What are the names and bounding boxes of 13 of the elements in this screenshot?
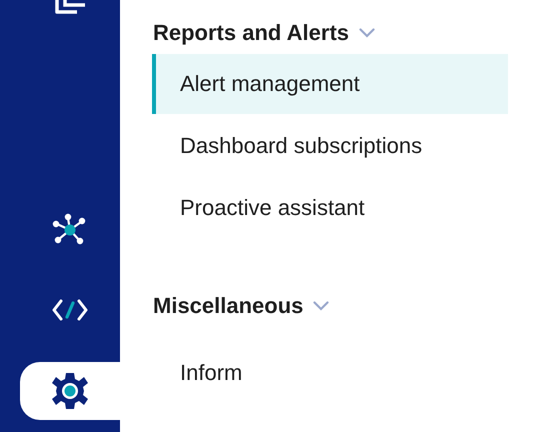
chevron-icon — [313, 301, 330, 311]
section-heading[interactable]: Miscellaneous — [152, 291, 508, 321]
chevron-icon — [359, 28, 376, 38]
code-icon — [52, 299, 88, 321]
menu-item[interactable]: Alert management — [152, 54, 508, 114]
menu-item[interactable]: Proactive assistant — [152, 178, 508, 238]
section-heading[interactable]: Reports and Alerts — [152, 18, 508, 48]
network-icon — [52, 213, 88, 247]
settings-nav-item[interactable] — [20, 362, 120, 420]
menu-item[interactable]: Inform — [152, 343, 508, 403]
menu-item[interactable]: Dashboard subscriptions — [152, 116, 508, 176]
settings-icon — [50, 371, 90, 411]
copy-icon — [55, 0, 85, 14]
